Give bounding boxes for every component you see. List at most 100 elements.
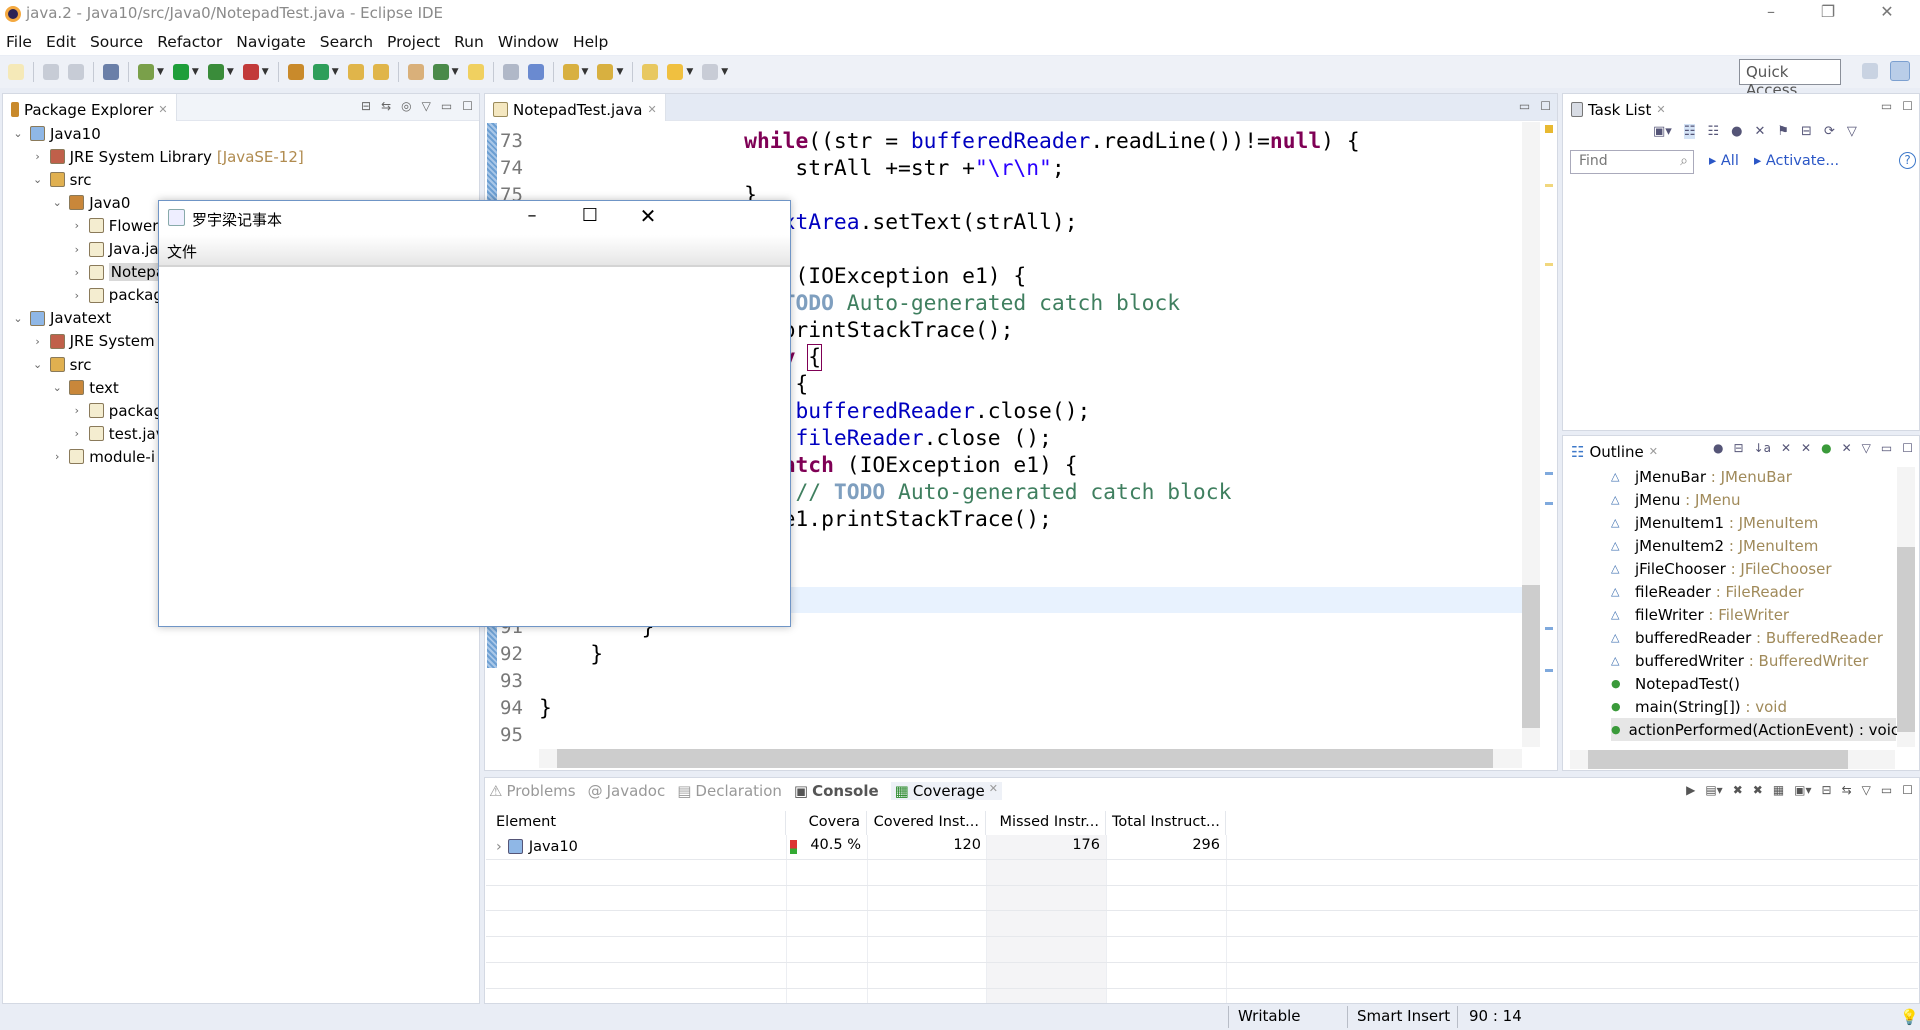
tree-item[interactable]: ⌄ Java10 <box>11 122 100 145</box>
tree-item[interactable]: › packag <box>70 399 163 422</box>
tree-item[interactable]: › Notepa <box>70 261 168 284</box>
outline-item[interactable]: ● main(String[]) : void <box>1611 695 1787 718</box>
chevron-right-icon[interactable]: › <box>70 404 84 417</box>
menu-source[interactable]: Source <box>90 33 143 51</box>
close-button[interactable]: ✕ <box>1867 2 1907 26</box>
coverage-icon[interactable] <box>207 64 224 80</box>
tab-coverage[interactable]: ▦ Coverage ✕ <box>890 782 1002 800</box>
chevron-right-icon[interactable]: › <box>70 243 84 256</box>
menu-project[interactable]: Project <box>387 33 440 51</box>
outline-item[interactable]: ● actionPerformed(ActionEvent) : voic <box>1611 718 1899 741</box>
tab-declaration[interactable]: ▤ Declaration <box>677 782 782 800</box>
column-header[interactable]: Total Instruct... <box>1106 811 1226 835</box>
notepad-maximize-button[interactable]: ☐ <box>567 205 613 226</box>
previous-annotation-icon[interactable] <box>597 64 614 80</box>
last-edit-icon[interactable] <box>642 64 659 80</box>
minimize-view-icon[interactable]: ▭ <box>1519 99 1530 113</box>
restore-button[interactable]: ❐ <box>1808 2 1848 26</box>
forward-icon[interactable] <box>702 64 719 80</box>
column-header[interactable]: Missed Instr... <box>986 811 1106 835</box>
run-icon[interactable] <box>172 64 189 80</box>
outline-item[interactable]: △ jMenuItem1 : JMenuItem <box>1611 511 1818 534</box>
tree-item[interactable]: › module-i <box>50 445 155 468</box>
column-header[interactable]: Covera <box>786 811 867 835</box>
menu-search[interactable]: Search <box>320 33 373 51</box>
tab-task-list[interactable]: Task List ✕ <box>1563 94 1674 121</box>
dropdown-arrow-icon[interactable]: ▼ <box>227 67 234 77</box>
find-input[interactable]: Find ⌕ <box>1570 150 1694 174</box>
tree-item[interactable]: ⌄ src <box>31 353 92 376</box>
chevron-down-icon[interactable]: ⌄ <box>11 312 25 325</box>
scrollbar-thumb[interactable] <box>557 749 1493 768</box>
tree-item[interactable]: › test.jav <box>70 422 165 445</box>
skip-breakpoints-icon[interactable] <box>103 64 119 80</box>
chevron-right-icon[interactable]: › <box>31 335 45 348</box>
hide-fields-icon[interactable]: ✕ <box>1781 441 1791 455</box>
synchronize-icon[interactable]: ⟳ <box>1824 124 1835 139</box>
mark-occurrences-icon[interactable] <box>467 64 484 80</box>
java-perspective-icon[interactable] <box>1890 61 1910 81</box>
lightbulb-icon[interactable]: 💡 <box>1900 1008 1919 1026</box>
chevron-right-icon[interactable]: › <box>496 839 502 855</box>
activate-link[interactable]: ▸ Activate... <box>1754 153 1839 169</box>
focus-icon[interactable]: ● <box>1713 441 1723 455</box>
tab-problems[interactable]: ⚠ Problems <box>489 782 576 800</box>
tree-item[interactable]: › JRE System L <box>31 330 167 353</box>
notepad-text-area[interactable] <box>159 269 790 626</box>
open-task-icon[interactable] <box>372 64 389 80</box>
outline-vertical-scrollbar[interactable] <box>1897 467 1915 747</box>
tree-item[interactable]: › JRE System Library [JavaSE-12] <box>31 145 303 168</box>
new-task-icon[interactable]: ▣▾ <box>1653 124 1672 139</box>
collapse-all-icon[interactable]: ⊟ <box>1822 783 1832 797</box>
notepad-menu-file[interactable]: 文件 <box>167 241 197 262</box>
close-tab-icon[interactable]: ✕ <box>1649 445 1658 458</box>
scheduled-icon[interactable]: ☷ <box>1707 124 1719 139</box>
maximize-view-icon[interactable]: ☐ <box>1902 99 1913 113</box>
close-tab-icon[interactable]: ✕ <box>158 103 167 116</box>
dropdown-arrow-icon[interactable]: ▼ <box>582 67 589 77</box>
all-link[interactable]: ▸ All <box>1709 153 1739 169</box>
chevron-right-icon[interactable]: › <box>70 427 84 440</box>
collapse-all-icon[interactable]: ⊟ <box>1734 441 1744 455</box>
new-java-project-icon[interactable] <box>287 64 304 80</box>
chevron-down-icon[interactable]: ⌄ <box>50 196 64 209</box>
back-icon[interactable] <box>667 64 684 80</box>
link-editor-icon[interactable]: ⇆ <box>381 99 391 113</box>
chevron-down-icon[interactable]: ⌄ <box>50 381 64 394</box>
chevron-down-icon[interactable]: ⌄ <box>31 358 45 371</box>
dump-icon[interactable]: ▤▾ <box>1705 783 1722 797</box>
chevron-right-icon[interactable]: › <box>70 266 84 279</box>
dropdown-arrow-icon[interactable]: ▼ <box>686 67 693 77</box>
open-type-icon[interactable] <box>347 64 364 80</box>
link-icon[interactable]: ⇆ <box>1842 783 1852 797</box>
tree-item[interactable]: › Flower <box>70 214 159 237</box>
menu-window[interactable]: Window <box>498 33 559 51</box>
chevron-down-icon[interactable]: ⌄ <box>31 173 45 186</box>
debug-icon[interactable] <box>138 64 154 80</box>
outline-item[interactable]: △ fileWriter : FileWriter <box>1611 603 1789 626</box>
minimize-button[interactable]: – <box>1751 2 1791 26</box>
minimize-view-icon[interactable]: ▭ <box>1881 99 1892 113</box>
select-session-icon[interactable]: ▣▾ <box>1794 783 1811 797</box>
filter-icon[interactable]: ◎ <box>401 99 411 113</box>
minimize-view-icon[interactable]: ▭ <box>441 99 452 113</box>
outline-item[interactable]: △ bufferedReader : BufferedReader <box>1611 626 1883 649</box>
remove-all-icon[interactable]: ✖ <box>1753 783 1763 797</box>
outline-item[interactable]: △ jMenuBar : JMenuBar <box>1611 465 1792 488</box>
close-tab-icon[interactable]: ✕ <box>989 782 998 800</box>
outline-item[interactable]: △ jMenu : JMenu <box>1611 488 1741 511</box>
hide-completed-icon[interactable]: ✕ <box>1754 124 1765 139</box>
chevron-right-icon[interactable]: › <box>50 450 64 463</box>
external-tools-icon[interactable] <box>242 64 259 80</box>
view-menu-icon[interactable]: ▽ <box>1847 124 1857 139</box>
horizontal-scrollbar[interactable] <box>539 749 1522 768</box>
tree-item[interactable]: › packag <box>70 284 163 307</box>
close-tab-icon[interactable]: ✕ <box>647 103 656 116</box>
dropdown-arrow-icon[interactable]: ▼ <box>332 67 339 77</box>
sort-icon[interactable]: ↓a <box>1754 441 1771 455</box>
scrollbar-thumb[interactable] <box>1522 585 1540 728</box>
dropdown-arrow-icon[interactable]: ▼ <box>192 67 199 77</box>
menu-help[interactable]: Help <box>573 33 608 51</box>
save-all-icon[interactable] <box>68 64 84 80</box>
outline-item[interactable]: ● NotepadTest() <box>1611 672 1740 695</box>
